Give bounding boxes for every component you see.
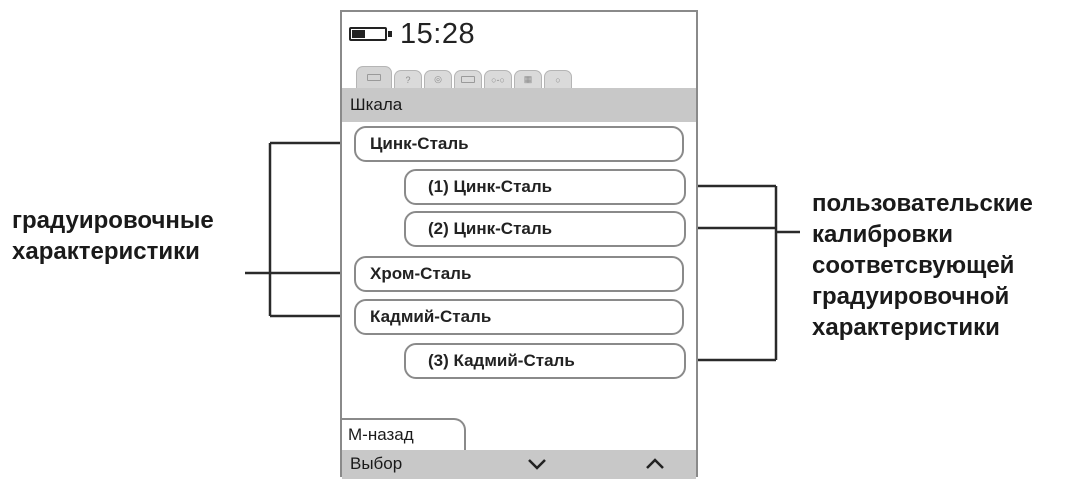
- back-softkey[interactable]: М-назад: [342, 418, 466, 450]
- list-item-cadmium-steel[interactable]: Кадмий-Сталь: [354, 299, 684, 335]
- list-item-chrome-steel[interactable]: Хром-Сталь: [354, 256, 684, 292]
- list-item-label: (3) Кадмий-Сталь: [428, 351, 575, 370]
- chevron-up-icon[interactable]: [644, 455, 666, 473]
- tab-scale[interactable]: [356, 66, 392, 88]
- list-item-label: Хром-Сталь: [370, 264, 472, 283]
- list-item-user-cadmium-steel-3[interactable]: (3) Кадмий-Сталь: [404, 343, 686, 379]
- list-item-label: Кадмий-Сталь: [370, 307, 492, 326]
- list-item-user-zinc-steel-2[interactable]: (2) Цинк-Сталь: [404, 211, 686, 247]
- status-bar: 15:28: [342, 12, 696, 58]
- settings-icon: ?: [405, 74, 411, 85]
- tab-3[interactable]: ◎: [424, 70, 452, 88]
- connection-icon: ○-○: [491, 74, 505, 85]
- memory-icon: ▦: [523, 74, 533, 84]
- back-softkey-label: М-назад: [348, 425, 414, 444]
- tab-7[interactable]: ○: [544, 70, 572, 88]
- battery-level-fill: [352, 30, 365, 38]
- section-title: Шкала: [350, 95, 403, 114]
- select-button[interactable]: Выбор: [350, 454, 402, 474]
- list-item-label: Цинк-Сталь: [370, 134, 469, 153]
- battery-icon: [349, 27, 392, 41]
- chevron-down-icon[interactable]: [526, 455, 548, 473]
- ruler-icon: [367, 74, 381, 81]
- tab-4[interactable]: [454, 70, 482, 88]
- clock-time: 15:28: [400, 18, 476, 50]
- display-icon: [461, 76, 475, 83]
- bottom-bar: Выбор: [342, 450, 696, 479]
- tab-2[interactable]: ?: [394, 70, 422, 88]
- list-item-label: (1) Цинк-Сталь: [428, 177, 553, 196]
- list-item-zinc-steel[interactable]: Цинк-Сталь: [354, 126, 684, 162]
- tab-strip: ? ◎ ○-○ ▦ ○: [342, 64, 696, 88]
- list-item-user-zinc-steel-1[interactable]: (1) Цинк-Сталь: [404, 169, 686, 205]
- info-icon: ○: [555, 74, 561, 85]
- tab-5[interactable]: ○-○: [484, 70, 512, 88]
- list-item-label: (2) Цинк-Сталь: [428, 219, 553, 238]
- tab-6[interactable]: ▦: [514, 70, 542, 88]
- section-header: Шкала: [342, 88, 696, 122]
- probe-icon: ◎: [434, 74, 442, 84]
- device-screen: 15:28 ? ◎ ○-○ ▦ ○ Шкала Цинк-Сталь (1) Ц…: [340, 10, 698, 479]
